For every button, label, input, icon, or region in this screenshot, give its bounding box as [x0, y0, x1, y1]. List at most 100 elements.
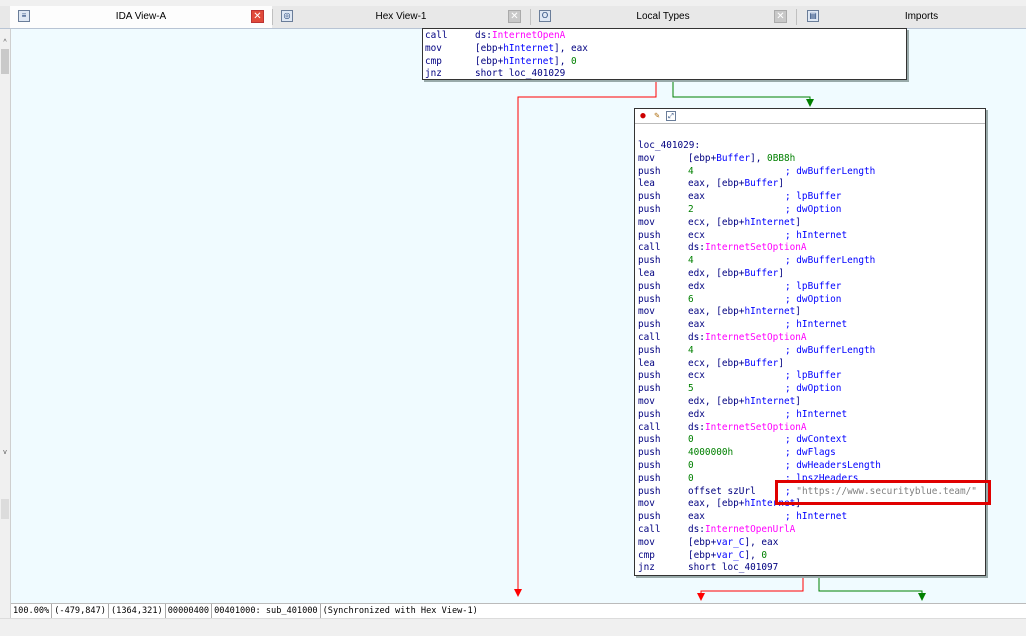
- operand: edx, [ebp+hInternet]: [688, 395, 801, 407]
- asm-line[interactable]: push ecx ; lpBuffer: [638, 370, 982, 383]
- code-block-top[interactable]: call ds:InternetOpenA mov [ebp+hInternet], …: [422, 28, 907, 80]
- edge-out-false: [700, 577, 804, 595]
- asm-line[interactable]: push 4 ; dwBufferLength: [638, 166, 982, 179]
- operand: ds:InternetSetOptionA: [688, 421, 807, 433]
- edge-true-arrow: [806, 99, 814, 107]
- asm-line[interactable]: push eax ; hInternet: [638, 319, 982, 332]
- operand: 6: [688, 293, 694, 305]
- asm-line[interactable]: push eax ; lpBuffer: [638, 191, 982, 204]
- tab-label: Local Types: [636, 11, 690, 22]
- mnemonic: mov: [638, 498, 655, 510]
- asm-line[interactable]: mov [ebp+var_C], eax: [638, 537, 982, 550]
- comment: ; dwOption: [785, 293, 842, 305]
- asm-line[interactable]: lea ecx, [ebp+Buffer]: [638, 358, 982, 371]
- mnemonic: jnz: [425, 68, 442, 80]
- mnemonic: push: [638, 434, 661, 446]
- asm-line[interactable]: call ds:InternetSetOptionA: [638, 332, 982, 345]
- close-icon[interactable]: ✕: [251, 10, 264, 23]
- graph-coords: (-479,847): [52, 604, 109, 618]
- asm-line[interactable]: mov [ebp+Buffer], 0BB8h: [638, 153, 982, 166]
- comment: ; dwBufferLength: [785, 255, 876, 267]
- group-icon[interactable]: ⤢: [666, 111, 676, 121]
- tab-label: Hex View-1: [375, 11, 427, 22]
- mnemonic: jnz: [638, 562, 655, 574]
- asm-line[interactable]: push 4 ; dwBufferLength: [638, 345, 982, 358]
- rename-icon[interactable]: ✎: [652, 111, 662, 121]
- scroll-thumb[interactable]: [1, 49, 9, 74]
- operand: short loc_401029: [475, 68, 566, 80]
- asm-line[interactable]: push 0 ; dwHeadersLength: [638, 460, 982, 473]
- asm-line[interactable]: mov ecx, [ebp+hInternet]: [638, 217, 982, 230]
- scroll-thumb-lower[interactable]: [1, 499, 9, 519]
- mnemonic: push: [638, 447, 661, 459]
- asm-line[interactable]: jnz short loc_401097: [638, 562, 982, 575]
- asm-line[interactable]: push 0 ; dwContext: [638, 434, 982, 447]
- status-bar: 100.00% (-479,847) (1364,321) 00000400 00401…: [11, 603, 1026, 618]
- tab-local-types[interactable]: O Local Types ✕: [531, 6, 795, 28]
- asm-line[interactable]: push eax ; hInternet: [638, 511, 982, 524]
- operand: eax: [688, 191, 705, 203]
- comment: ; dwOption: [785, 383, 842, 395]
- operand: 0: [688, 472, 694, 484]
- operand: [ebp+Buffer], 0BB8h: [688, 152, 796, 164]
- asm-line[interactable]: mov edx, [ebp+hInternet]: [638, 396, 982, 409]
- sync-status: (Synchronized with Hex View-1): [322, 606, 478, 616]
- operand: eax, [ebp+hInternet]: [688, 498, 801, 510]
- block-header: ● ✎ ⤢: [635, 109, 985, 124]
- asm-line[interactable]: jnz short loc_401029: [425, 68, 904, 81]
- tab-imports[interactable]: ▤ Imports: [797, 6, 1026, 28]
- asm-line[interactable]: cmp [ebp+hInternet], 0: [425, 56, 904, 69]
- operand: ecx: [688, 229, 705, 241]
- mnemonic: push: [638, 229, 661, 241]
- edge-out-true-arrow: [918, 593, 926, 601]
- mnemonic: push: [638, 319, 661, 331]
- operand: 4: [688, 255, 694, 267]
- mnemonic: lea: [638, 357, 655, 369]
- comment: ; hInternet: [785, 511, 848, 523]
- asm-line[interactable]: lea edx, [ebp+Buffer]: [638, 268, 982, 281]
- tab-hex-view-1[interactable]: ◎ Hex View-1 ✕: [273, 6, 529, 28]
- asm-line[interactable]: push ecx ; hInternet: [638, 230, 982, 243]
- operand: ecx: [688, 370, 705, 382]
- node-position: (1364,321): [109, 604, 166, 618]
- color-icon[interactable]: ●: [638, 111, 648, 121]
- scroll-up-icon[interactable]: ^: [1, 39, 9, 47]
- operand: edx: [688, 408, 705, 420]
- operand: short loc_401097: [688, 562, 779, 574]
- comment: ; dwContext: [785, 434, 848, 446]
- asm-line[interactable]: push 4000000h ; dwFlags: [638, 447, 982, 460]
- asm-line[interactable]: call ds:InternetOpenA: [425, 30, 904, 43]
- file-offset: 00000400: [166, 604, 213, 618]
- mnemonic: mov: [638, 395, 655, 407]
- mnemonic: mov: [638, 216, 655, 228]
- mnemonic: push: [638, 408, 661, 420]
- asm-line[interactable]: mov [ebp+hInternet], eax: [425, 43, 904, 56]
- edge-false-arrow: [514, 589, 522, 597]
- operand: edx, [ebp+Buffer]: [688, 267, 784, 279]
- asm-line[interactable]: cmp [ebp+var_C], 0: [638, 550, 982, 563]
- asm-line[interactable]: lea eax, [ebp+Buffer]: [638, 178, 982, 191]
- asm-line[interactable]: push 5 ; dwOption: [638, 383, 982, 396]
- close-icon[interactable]: ✕: [508, 10, 521, 23]
- vertical-scrollbar[interactable]: ^ v: [0, 29, 11, 620]
- asm-line[interactable]: mov eax, [ebp+hInternet]: [638, 306, 982, 319]
- asm-line[interactable]: push edx ; lpBuffer: [638, 281, 982, 294]
- asm-line[interactable]: call ds:InternetOpenUrlA: [638, 524, 982, 537]
- mnemonic: push: [638, 293, 661, 305]
- asm-line[interactable]: push edx ; hInternet: [638, 409, 982, 422]
- asm-line[interactable]: push 4 ; dwBufferLength: [638, 255, 982, 268]
- tab-ida-view-a[interactable]: ≡ IDA View-A ✕: [10, 6, 272, 28]
- mnemonic: mov: [638, 306, 655, 318]
- asm-line[interactable]: call ds:InternetSetOptionA: [638, 242, 982, 255]
- mnemonic: push: [638, 191, 661, 203]
- tab-label: IDA View-A: [115, 11, 167, 22]
- asm-line[interactable]: push 2 ; dwOption: [638, 204, 982, 217]
- graph-canvas[interactable]: call ds:InternetOpenA mov [ebp+hInternet], …: [11, 28, 1026, 603]
- code-block-loc-401029[interactable]: ● ✎ ⤢ loc_401029: mov [ebp+Buffer], 0BB8h…: [634, 108, 986, 576]
- scroll-down-icon[interactable]: v: [1, 449, 9, 457]
- asm-line[interactable]: push 6 ; dwOption: [638, 294, 982, 307]
- mnemonic: push: [638, 383, 661, 395]
- close-icon[interactable]: ✕: [774, 10, 787, 23]
- operand: [ebp+hInternet], eax: [475, 42, 588, 54]
- asm-line[interactable]: call ds:InternetSetOptionA: [638, 422, 982, 435]
